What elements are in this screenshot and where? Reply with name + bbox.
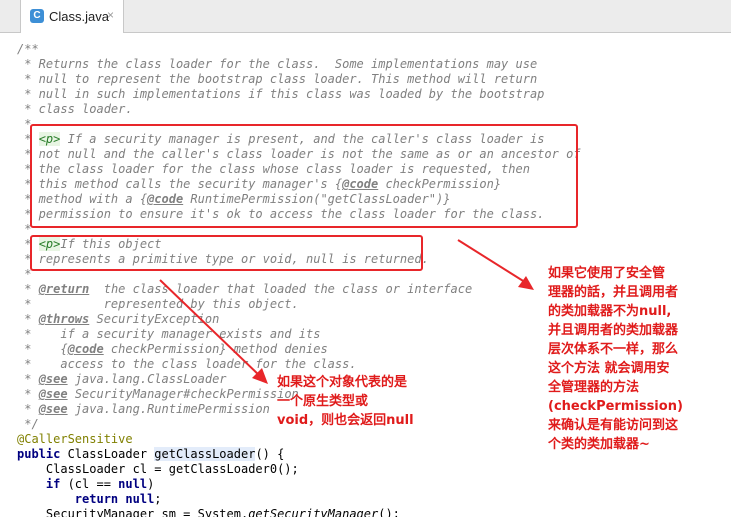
code-line: * null to represent the bootstrap class … [17,72,538,86]
code-line: * @return the class loader that loaded t… [17,282,473,296]
code-line: * {@code checkPermission} method denies [17,342,328,356]
code-line: SecurityManager sm = System.getSecurityM… [17,507,400,517]
tab-label: Class.java [49,9,109,24]
javadoc-tag: @code [67,342,104,356]
javadoc-tag: @return [38,282,90,296]
java-class-icon: C [30,9,44,23]
editor-tab-bar: C Class.java × [0,0,731,33]
code-line: * null in such implementations if this c… [17,87,545,101]
javadoc-tag: @throws [38,312,90,326]
annotation-line: @CallerSensitive [17,432,133,446]
method-name: getClassLoader [154,447,256,461]
code-line: * @see SecurityManager#checkPermission [17,387,299,401]
code-line: ClassLoader cl = getClassLoader0(); [17,462,299,476]
code-line: * if a security manager exists and its [17,327,321,341]
tab-class-java[interactable]: C Class.java × [20,0,124,33]
code-line: * @throws SecurityException [17,312,220,326]
code-line: * represented by this object. [17,297,299,311]
javadoc-tag: @see [38,387,68,401]
code-line: /** [17,42,39,56]
code-line: if (cl == null) [45,477,155,491]
code-line: * @see java.lang.ClassLoader [17,372,227,386]
center-annotation-note: 如果这个对象代表的是 一个原生类型或 void，则也会返回null [277,375,414,428]
highlight-box-security [30,124,578,228]
javadoc-tag: @see [38,372,68,386]
code-line: * access to the class loader for the cla… [17,357,357,371]
javadoc-tag: @see [38,402,68,416]
close-tab-icon[interactable]: × [107,8,114,22]
code-line: * class loader. [17,102,133,116]
code-line: * Returns the class loader for the class… [17,57,538,71]
code-line: return null; [74,492,162,506]
method-signature-line: public ClassLoader getClassLoader() { [17,447,285,461]
code-line: * @see java.lang.RuntimePermission [17,402,270,416]
code-line: */ [17,417,39,431]
highlight-box-primitive [30,235,423,271]
right-annotation-note: 如果它使用了安全管 理器的話，并且调用者 的类加载器不为null, 并且调用者的… [548,266,683,452]
